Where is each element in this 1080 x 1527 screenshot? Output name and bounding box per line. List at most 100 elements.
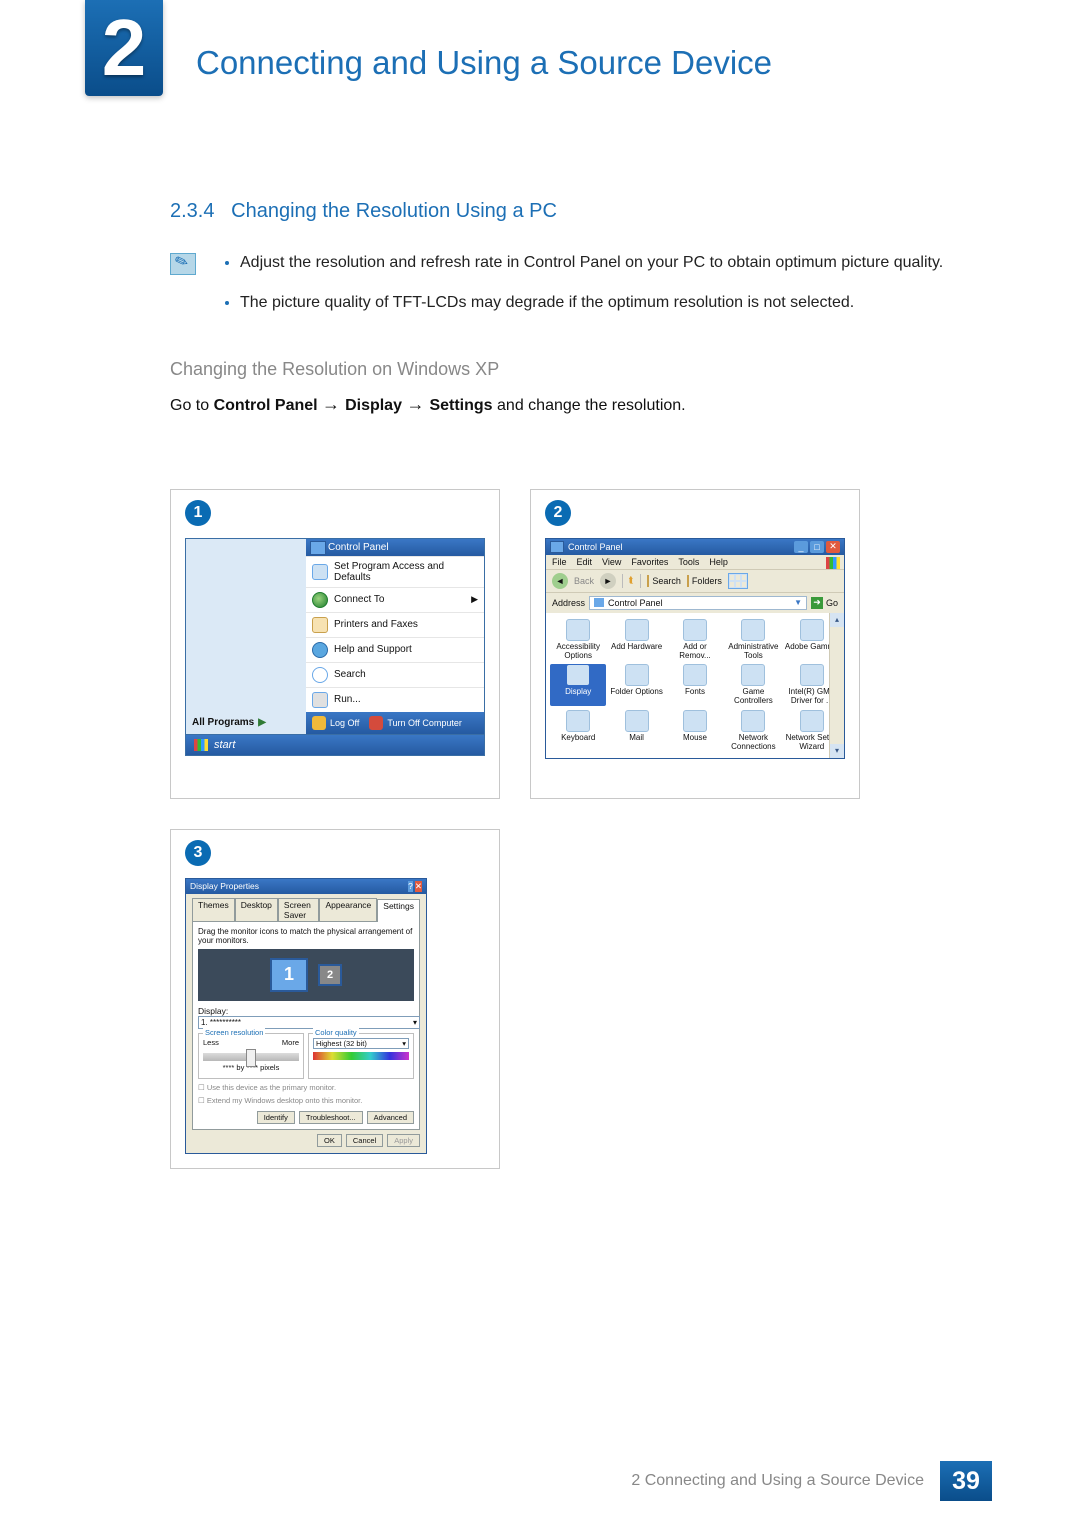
- menu-item-connect-to[interactable]: Connect To ▶: [306, 587, 484, 612]
- minimize-button[interactable]: _: [794, 541, 808, 553]
- scrollbar[interactable]: ▴ ▾: [829, 613, 844, 758]
- printer-icon: [312, 617, 328, 633]
- chevron-down-icon: ▼: [794, 598, 802, 607]
- group-title: Color quality: [313, 1028, 359, 1037]
- identify-button[interactable]: Identify: [257, 1111, 295, 1124]
- control-panel-header[interactable]: Control Panel: [306, 539, 484, 556]
- troubleshoot-button[interactable]: Troubleshoot...: [299, 1111, 363, 1124]
- menu-item-label: Help and Support: [334, 644, 412, 655]
- help-button[interactable]: ?: [408, 881, 413, 892]
- menu-item-label: Search: [334, 669, 366, 680]
- extend-desktop-checkbox[interactable]: ☐ Extend my Windows desktop onto this mo…: [198, 1096, 414, 1105]
- logoff-icon: [312, 716, 326, 730]
- cp-item-label: Mail: [629, 733, 644, 742]
- up-button[interactable]: ⮬: [629, 575, 634, 586]
- gamma-icon: [800, 619, 824, 641]
- separator: [640, 574, 641, 588]
- go-button[interactable]: ➜ Go: [811, 597, 838, 609]
- cp-item-label: Fonts: [685, 687, 705, 696]
- window-titlebar[interactable]: Control Panel _ □ ✕: [546, 539, 844, 555]
- search-label: Search: [652, 576, 681, 586]
- menu-item-set-defaults[interactable]: Set Program Access and Defaults: [306, 556, 484, 587]
- folders-button[interactable]: Folders: [687, 576, 722, 586]
- all-programs-button[interactable]: All Programs ▶: [192, 717, 300, 728]
- menu-item-help[interactable]: Help and Support: [306, 637, 484, 662]
- monitor-1-icon[interactable]: 1: [270, 958, 308, 992]
- logoff-button[interactable]: Log Off: [312, 716, 359, 730]
- window-titlebar[interactable]: Display Properties ? ✕: [186, 879, 426, 894]
- ok-button[interactable]: OK: [317, 1134, 342, 1147]
- run-icon: [312, 692, 328, 708]
- chevron-right-icon: ▶: [258, 717, 266, 728]
- back-label: Back: [574, 576, 594, 586]
- taskbar-start[interactable]: start: [185, 735, 485, 756]
- cp-item-add-hardware[interactable]: Add Hardware: [608, 619, 664, 661]
- cp-item-add-remove[interactable]: Add or Remov...: [667, 619, 723, 661]
- search-button[interactable]: Search: [647, 576, 681, 586]
- scroll-down-icon[interactable]: ▾: [830, 744, 844, 758]
- primary-monitor-checkbox[interactable]: ☐ Use this device as the primary monitor…: [198, 1083, 414, 1092]
- cp-item-admin-tools[interactable]: Administrative Tools: [725, 619, 781, 661]
- tab-settings[interactable]: Settings: [377, 899, 420, 922]
- mouse-icon: [683, 710, 707, 732]
- section-heading: 2.3.4 Changing the Resolution Using a PC: [170, 200, 990, 223]
- windows-flag-icon: [826, 557, 840, 569]
- chapter-number: 2: [102, 2, 147, 94]
- cp-item-mail[interactable]: Mail: [608, 710, 664, 752]
- cp-item-fonts[interactable]: Fonts: [667, 664, 723, 706]
- all-programs-label: All Programs: [192, 717, 254, 728]
- address-field[interactable]: Control Panel ▼: [589, 596, 807, 610]
- menu-help[interactable]: Help: [709, 557, 728, 567]
- display-field: Display: 1. ********** ▾: [198, 1006, 414, 1029]
- menu-item-run[interactable]: Run...: [306, 687, 484, 712]
- menu-tools[interactable]: Tools: [678, 557, 699, 567]
- menu-bar: File Edit View Favorites Tools Help: [546, 555, 844, 569]
- scroll-up-icon[interactable]: ▴: [830, 613, 844, 627]
- cp-item-game-controllers[interactable]: Game Controllers: [725, 664, 781, 706]
- accessibility-icon: [566, 619, 590, 641]
- dialog-buttons: OK Cancel Apply: [192, 1134, 420, 1147]
- cp-item-keyboard[interactable]: Keyboard: [550, 710, 606, 752]
- panel-badge: 1: [185, 500, 211, 526]
- cp-item-mouse[interactable]: Mouse: [667, 710, 723, 752]
- monitor-2-icon[interactable]: 2: [318, 964, 342, 986]
- section-title: Changing the Resolution Using a PC: [231, 200, 557, 222]
- cp-item-network-connections[interactable]: Network Connections: [725, 710, 781, 752]
- maximize-button[interactable]: □: [810, 541, 824, 553]
- menu-edit[interactable]: Edit: [577, 557, 593, 567]
- tab-appearance[interactable]: Appearance: [319, 898, 377, 921]
- menu-favorites[interactable]: Favorites: [631, 557, 668, 567]
- nav-step: Display: [345, 397, 402, 414]
- apply-button[interactable]: Apply: [387, 1134, 420, 1147]
- back-button[interactable]: ◄: [552, 573, 568, 589]
- cp-item-accessibility[interactable]: Accessibility Options: [550, 619, 606, 661]
- cp-item-display[interactable]: Display: [550, 664, 606, 706]
- menu-item-search[interactable]: Search: [306, 662, 484, 687]
- color-quality-select[interactable]: Highest (32 bit) ▾: [313, 1038, 409, 1049]
- logoff-bar: Log Off Turn Off Computer: [306, 712, 484, 734]
- advanced-button[interactable]: Advanced: [367, 1111, 414, 1124]
- monitor-arrangement[interactable]: 1 2: [198, 949, 414, 1001]
- menu-item-printers[interactable]: Printers and Faxes: [306, 612, 484, 637]
- cp-item-folder-options[interactable]: Folder Options: [608, 664, 664, 706]
- view-mode-button[interactable]: [728, 573, 748, 589]
- nav-prefix: Go to: [170, 397, 214, 414]
- menu-file[interactable]: File: [552, 557, 567, 567]
- nav-step: Control Panel: [214, 397, 318, 414]
- tab-themes[interactable]: Themes: [192, 898, 235, 921]
- forward-button[interactable]: ►: [600, 573, 616, 589]
- menu-view[interactable]: View: [602, 557, 621, 567]
- tab-screensaver[interactable]: Screen Saver: [278, 898, 320, 921]
- resolution-slider[interactable]: [203, 1053, 299, 1061]
- close-button[interactable]: ✕: [826, 541, 840, 553]
- turnoff-button[interactable]: Turn Off Computer: [369, 716, 462, 730]
- cancel-button[interactable]: Cancel: [346, 1134, 383, 1147]
- addremove-icon: [683, 619, 707, 641]
- defaults-icon: [312, 564, 328, 580]
- chapter-badge: 2: [85, 0, 163, 96]
- control-panel-icon: [594, 598, 604, 607]
- close-button[interactable]: ✕: [415, 881, 422, 892]
- search-icon: [647, 575, 649, 587]
- tab-desktop[interactable]: Desktop: [235, 898, 278, 921]
- display-icon: [566, 664, 590, 686]
